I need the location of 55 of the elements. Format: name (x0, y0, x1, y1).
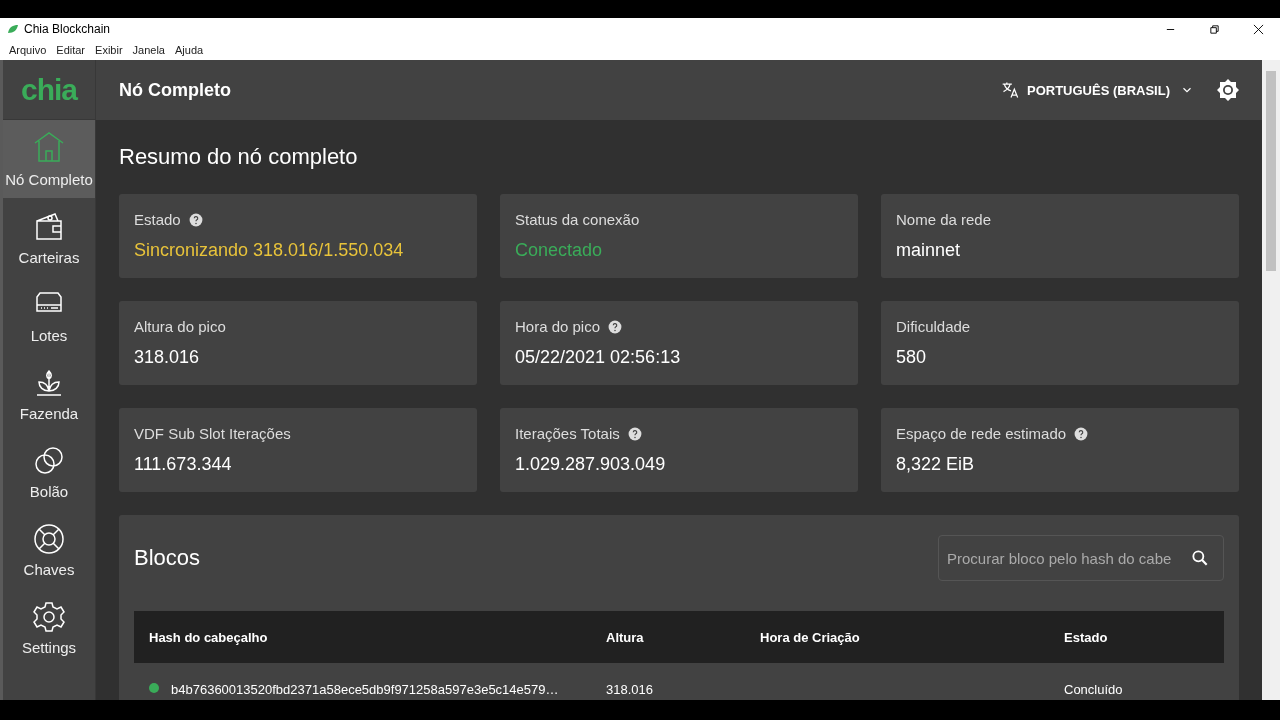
sidebar-item[interactable]: Nó Completo (3, 120, 95, 198)
sidebar-item[interactable]: Lotes (3, 276, 95, 354)
stat-value: 8,322 EiB (896, 454, 976, 475)
language-selector[interactable]: PORTUGUÊS (BRASIL) (1001, 80, 1194, 100)
scrollbar-thumb[interactable] (1266, 71, 1276, 271)
scrollbar[interactable] (1262, 60, 1280, 700)
stat-value: 318.016 (134, 347, 201, 368)
stat-value: 1.029.287.903.049 (515, 454, 667, 475)
theme-toggle-icon[interactable] (1216, 78, 1240, 102)
search-icon[interactable] (1190, 548, 1210, 568)
section-title: Blocos (134, 545, 201, 571)
stat-label: Altura do pico (134, 318, 226, 335)
stat-label: Dificuldade (896, 318, 971, 335)
sidebar-item[interactable]: Fazenda (3, 354, 95, 432)
help-icon[interactable] (188, 212, 203, 227)
stat-label: Status da conexão (515, 211, 640, 228)
sidebar-item[interactable]: Carteiras (3, 198, 95, 276)
translate-icon (1001, 80, 1021, 100)
menu-item[interactable]: Exibir (90, 44, 128, 56)
stat-value: Sincronizando 318.016/1.550.034 (134, 240, 405, 261)
stat-label: Iterações Totais (515, 425, 620, 442)
menu-item[interactable]: Editar (51, 44, 91, 56)
column-header[interactable]: Estado (1049, 611, 1224, 663)
menu-item[interactable]: Arquivo (4, 44, 52, 56)
help-icon[interactable] (608, 319, 623, 334)
sidebar-item[interactable]: Settings (3, 588, 95, 666)
column-header[interactable]: Hash do cabeçalho (134, 611, 591, 663)
stat-label: Estado (134, 211, 181, 228)
help-icon[interactable] (627, 426, 642, 441)
search-field[interactable]: Procurar bloco pelo hash do cabe (938, 535, 1224, 581)
menu-item[interactable]: Ajuda (170, 44, 209, 56)
column-header[interactable]: Altura (591, 611, 745, 663)
table-cell: 318.016 (606, 681, 653, 697)
restore-icon (1208, 23, 1220, 35)
stat-value: Conectado (515, 240, 604, 261)
help-icon[interactable] (1074, 426, 1089, 441)
sidebar-item[interactable]: Bolão (3, 432, 95, 510)
sidebar-item[interactable]: Chaves (3, 510, 95, 588)
stat-label: VDF Sub Slot Iterações (134, 425, 291, 442)
page-title: Nó Completo (119, 79, 232, 101)
stat-value: 05/22/2021 02:56:13 (515, 347, 682, 368)
section-title: Resumo do nó completo (119, 144, 359, 170)
stat-label: Nome da rede (896, 211, 992, 228)
stat-value: mainnet (896, 240, 962, 261)
stat-value: 111.673.344 (134, 454, 233, 475)
window-title: Chia Blockchain (24, 22, 112, 36)
column-header[interactable]: Hora de Criação (745, 611, 1049, 663)
stat-label: Hora do pico (515, 318, 601, 335)
close-icon (1252, 23, 1264, 35)
menu-item[interactable]: Janela (127, 44, 170, 56)
stat-label: Espaço de rede estimado (896, 425, 1067, 442)
table-cell: Concluído (1064, 681, 1123, 697)
table-cell: b4b76360013520fbd2371a58ece5db9f971258a597e3e5c14e579… (171, 681, 559, 697)
leaf-icon (7, 24, 19, 34)
stat-value: 580 (896, 347, 928, 368)
